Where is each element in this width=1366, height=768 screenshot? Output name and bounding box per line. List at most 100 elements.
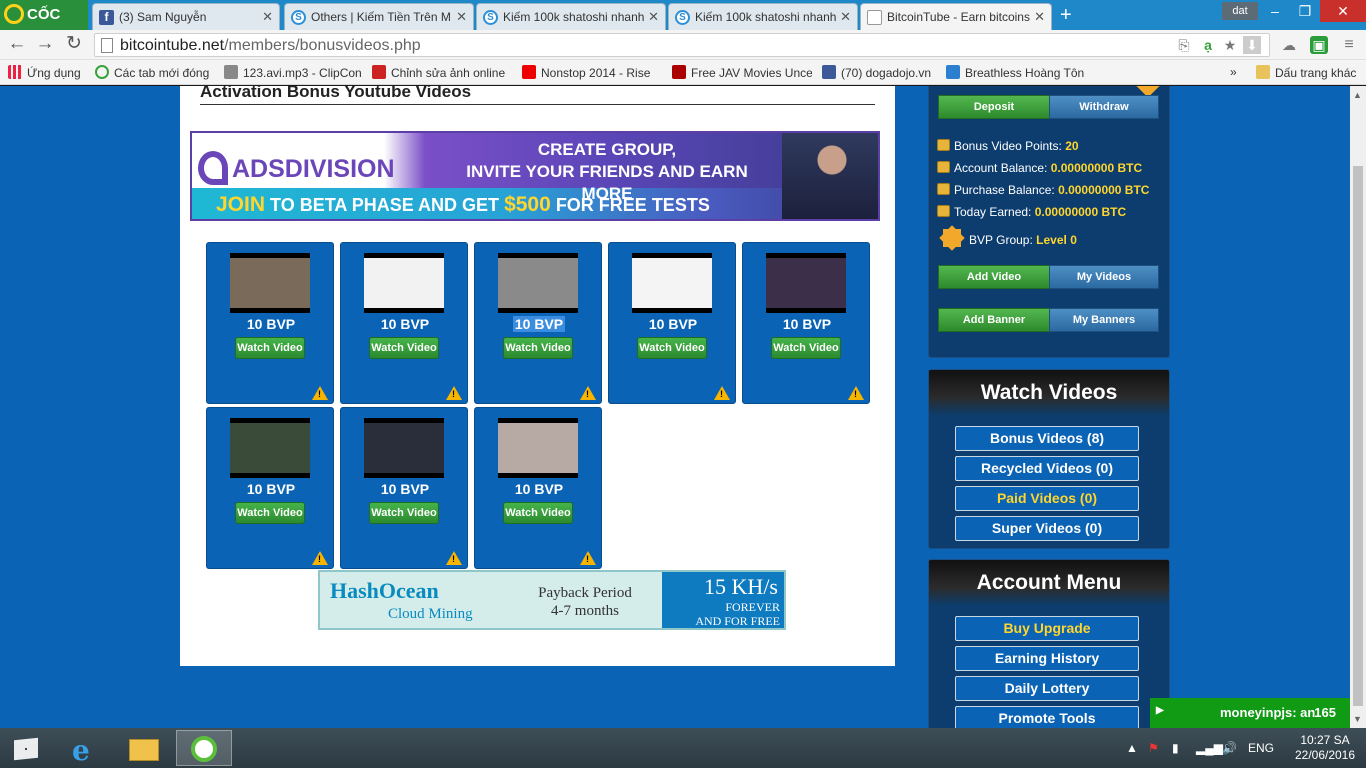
my-videos-button[interactable]: My Videos	[1049, 265, 1159, 289]
report-warning-icon[interactable]: !	[312, 386, 328, 400]
download-icon[interactable]: ⬇	[1243, 36, 1261, 54]
system-clock[interactable]: 10:27 SA 22/06/2016	[1288, 733, 1362, 763]
signal-icon[interactable]: ▂▄▆	[1196, 741, 1223, 755]
add-video-button[interactable]: Add Video	[938, 265, 1050, 289]
taskbar-ie[interactable]: e	[58, 730, 114, 767]
translate-icon[interactable]: ⎘	[1175, 36, 1193, 54]
tab-5-active[interactable]: BitcoinTube - Earn bitcoins ✕	[860, 3, 1052, 30]
deposit-button[interactable]: Deposit	[938, 95, 1050, 119]
adsdivision-banner[interactable]: ADSDIVISION CREATE GROUP, INVITE YOUR FRI…	[190, 131, 880, 221]
bookmark-breathless[interactable]: Breathless Hoàng Tôn	[946, 65, 1084, 80]
close-tab-icon[interactable]: ✕	[648, 9, 659, 25]
chat-widget[interactable]: ▶ moneyinpjs: an 165	[1150, 698, 1350, 728]
bookmark-nonstop[interactable]: Nonstop 2014 - Rise	[522, 65, 660, 80]
back-icon[interactable]: ←	[6, 34, 28, 56]
cloud-icon[interactable]: ☁	[1280, 36, 1298, 54]
watch-video-button[interactable]: Watch Video	[637, 337, 707, 359]
network-warning-icon[interactable]: ⚑	[1148, 741, 1159, 755]
vietnamese-input-icon[interactable]: ạ	[1199, 36, 1217, 54]
video-thumbnail[interactable]	[364, 253, 444, 313]
report-warning-icon[interactable]: !	[848, 386, 864, 400]
minimize-button[interactable]: –	[1260, 0, 1290, 22]
scrollbar-thumb[interactable]	[1353, 166, 1363, 706]
bookmark-other[interactable]: Dấu trang khác	[1256, 65, 1364, 80]
watch-videos-item[interactable]: Recycled Videos (0)	[955, 456, 1139, 481]
account-menu-item[interactable]: Buy Upgrade	[955, 616, 1139, 641]
watch-video-button[interactable]: Watch Video	[771, 337, 841, 359]
hashocean-banner[interactable]: HashOcean Cloud Mining Payback Period 4-7…	[318, 570, 786, 630]
report-warning-icon[interactable]: !	[714, 386, 730, 400]
bookmark-recent-tabs[interactable]: Các tab mới đóng	[95, 65, 215, 80]
watch-video-button[interactable]: Watch Video	[503, 337, 573, 359]
watch-video-button[interactable]: Watch Video	[369, 337, 439, 359]
video-thumbnail[interactable]	[364, 418, 444, 478]
video-thumbnail[interactable]	[498, 253, 578, 313]
close-tab-icon[interactable]: ✕	[840, 9, 851, 25]
report-warning-icon[interactable]: !	[446, 386, 462, 400]
start-button[interactable]	[0, 730, 56, 766]
watch-videos-item[interactable]: Bonus Videos (8)	[955, 426, 1139, 451]
report-warning-icon[interactable]: !	[446, 551, 462, 565]
report-warning-icon[interactable]: !	[580, 551, 596, 565]
video-thumbnail[interactable]	[230, 418, 310, 478]
bookmark-clipcon[interactable]: 123.avi.mp3 - ClipCon	[224, 65, 362, 80]
withdraw-button[interactable]: Withdraw	[1049, 95, 1159, 119]
bookmarks-overflow[interactable]: »	[1230, 65, 1237, 79]
taskbar-explorer[interactable]	[116, 730, 172, 766]
bookmark-apps[interactable]: Ứng dụng	[8, 65, 88, 80]
extension-icon[interactable]: ▣	[1310, 36, 1328, 54]
bookmark-jav[interactable]: Free JAV Movies Unce	[672, 65, 812, 80]
video-thumbnail[interactable]	[632, 253, 712, 313]
bookmark-star-icon[interactable]: ★	[1221, 36, 1239, 54]
tab-2[interactable]: S Others | Kiếm Tiền Trên M ✕	[284, 3, 474, 30]
vertical-scrollbar[interactable]: ▲ ▼	[1350, 86, 1366, 728]
profile-chip[interactable]: dat	[1222, 2, 1258, 20]
taskbar-coccoc[interactable]	[176, 730, 232, 766]
bookmark-photo-edit[interactable]: Chỉnh sửa ảnh online	[372, 65, 512, 80]
account-menu-item[interactable]: Daily Lottery	[955, 676, 1139, 701]
restore-button[interactable]: ❐	[1290, 0, 1320, 22]
account-menu-item[interactable]: Promote Tools	[955, 706, 1139, 728]
watch-video-button[interactable]: Watch Video	[235, 337, 305, 359]
close-tab-icon[interactable]: ✕	[1034, 9, 1045, 25]
satoshi-icon: S	[483, 10, 498, 25]
scroll-down-icon[interactable]: ▼	[1353, 714, 1362, 724]
my-banners-button[interactable]: My Banners	[1049, 308, 1159, 332]
close-tab-icon[interactable]: ✕	[262, 9, 273, 25]
tab-1[interactable]: f (3) Sam Nguyễn ✕	[92, 3, 280, 30]
tray-expand-icon[interactable]: ▲	[1126, 741, 1138, 755]
tab-4[interactable]: S Kiếm 100k shatoshi nhanh ✕	[668, 3, 858, 30]
menu-icon[interactable]: ≡	[1340, 36, 1358, 54]
chat-expand-icon[interactable]: ▶	[1156, 705, 1164, 716]
video-card: 10 BVP Watch Video!	[608, 242, 736, 404]
address-bar[interactable]: bitcointube.net/members/bonusvideos.php …	[94, 33, 1270, 57]
report-warning-icon[interactable]: !	[312, 551, 328, 565]
input-language[interactable]: ENG	[1248, 741, 1274, 755]
battery-icon[interactable]: ▮	[1172, 741, 1179, 755]
new-tab-button[interactable]: +	[1060, 5, 1072, 25]
watch-video-button[interactable]: Watch Video	[503, 502, 573, 524]
scroll-up-icon[interactable]: ▲	[1353, 90, 1362, 100]
tab-3[interactable]: S Kiếm 100k shatoshi nhanh ✕	[476, 3, 666, 30]
stat-value: 0.00000000 BTC	[1034, 205, 1127, 219]
close-tab-icon[interactable]: ✕	[456, 9, 467, 25]
account-menu-item[interactable]: Earning History	[955, 646, 1139, 671]
watch-video-button[interactable]: Watch Video	[235, 502, 305, 524]
watch-video-button[interactable]: Watch Video	[369, 502, 439, 524]
watch-videos-item[interactable]: Paid Videos (0)	[955, 486, 1139, 511]
video-thumbnail[interactable]	[230, 253, 310, 313]
tab-label: Kiếm 100k shatoshi nhanh	[695, 10, 837, 24]
report-warning-icon[interactable]: !	[580, 386, 596, 400]
bookmark-dogadojo[interactable]: (70) dogadojo.vn	[822, 65, 940, 80]
watch-videos-item[interactable]: Super Videos (0)	[955, 516, 1139, 541]
video-points-label: 10 BVP	[648, 316, 698, 332]
reload-icon[interactable]: ↻	[63, 34, 85, 56]
video-thumbnail[interactable]	[498, 418, 578, 478]
forward-icon[interactable]: →	[34, 34, 56, 56]
page-info-icon[interactable]	[101, 38, 113, 53]
browser-brand[interactable]: CỐC CỐC	[0, 0, 88, 53]
video-thumbnail[interactable]	[766, 253, 846, 313]
close-window-button[interactable]: ✕	[1320, 0, 1366, 22]
add-banner-button[interactable]: Add Banner	[938, 308, 1050, 332]
volume-icon[interactable]: 🔊	[1222, 741, 1237, 755]
